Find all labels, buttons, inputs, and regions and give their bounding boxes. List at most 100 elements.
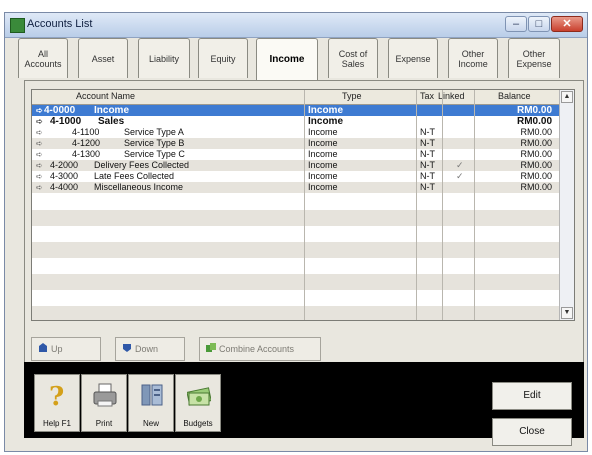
account-name: Late Fees Collected [94, 171, 175, 181]
scroll-down-icon[interactable]: ▼ [561, 307, 573, 319]
row-arrow-icon: ➪ [36, 106, 43, 115]
table-row[interactable]: ➪ 4-1200 Service Type B Income N-T RM0.0… [32, 138, 560, 149]
account-type: Income [308, 105, 344, 116]
account-type: Income [308, 138, 338, 148]
tab-liability[interactable]: Liability [138, 38, 190, 78]
account-name: Delivery Fees Collected [94, 160, 190, 170]
accounts-grid: Account Name Type Tax Linked Balance ➪ 4… [31, 89, 575, 321]
new-icon [141, 384, 163, 406]
title-bar: Accounts List – □ ✕ [5, 13, 587, 38]
budgets-icon [187, 387, 211, 406]
account-type: Income [308, 116, 344, 127]
account-number: 4-1200 [72, 138, 101, 148]
account-balance: RM0.00 [520, 138, 552, 148]
header-linked[interactable]: Linked [438, 91, 465, 101]
tab-expense[interactable]: Expense [388, 38, 438, 78]
help-icon: ? [49, 382, 64, 409]
account-number: 4-1300 [72, 149, 101, 159]
empty-row [32, 210, 560, 226]
account-linked: ✓ [456, 160, 464, 170]
maximize-button[interactable]: □ [528, 16, 550, 32]
header-type[interactable]: Type [342, 91, 362, 101]
account-balance: RM0.00 [520, 160, 552, 170]
account-tax: N-T [420, 182, 435, 192]
combine-accounts-button[interactable]: Combine Accounts [199, 337, 321, 361]
account-tax: N-T [420, 127, 435, 137]
accounts-list-icon [10, 18, 25, 33]
row-arrow-icon: ➪ [36, 150, 43, 159]
table-row[interactable]: ➪ 4-3000 Late Fees Collected Income N-T … [32, 171, 560, 182]
close-window-button[interactable]: ✕ [551, 16, 583, 32]
account-name: Income [94, 105, 130, 116]
combine-accounts-label: Combine Accounts [219, 344, 295, 354]
table-row[interactable]: ➪ 4-4000 Miscellaneous Income Income N-T… [32, 182, 560, 193]
account-balance: RM0.00 [516, 105, 552, 116]
tab-other-expense[interactable]: Other Expense [508, 38, 560, 78]
header-account-name[interactable]: Account Name [76, 91, 135, 101]
account-type: Income [308, 160, 338, 170]
empty-row [32, 274, 560, 290]
account-number: 4-3000 [50, 171, 79, 181]
table-row[interactable]: ➪ 4-1300 Service Type C Income N-T RM0.0… [32, 149, 560, 160]
combine-icon [206, 343, 216, 352]
account-name: Service Type B [124, 138, 185, 148]
tab-asset[interactable]: Asset [78, 38, 128, 78]
account-tax: N-T [420, 149, 435, 159]
grid-header: Account Name Type Tax Linked Balance [32, 90, 560, 105]
tab-other-income[interactable]: Other Income [448, 38, 498, 78]
print-label: Print [95, 419, 113, 428]
tab-cost-of-sales[interactable]: Cost of Sales [328, 38, 378, 78]
header-tax[interactable]: Tax [420, 91, 434, 101]
row-arrow-icon: ➪ [36, 117, 43, 126]
bottom-toolbar: ? Help F1 Print New Budgets Edit Close [24, 362, 584, 446]
close-button[interactable]: Close [492, 418, 572, 446]
account-type: Income [308, 171, 338, 181]
account-type-tabs: All Accounts Asset Liability Equity Inco… [18, 38, 586, 80]
down-arrow-icon [123, 344, 131, 352]
header-balance[interactable]: Balance [498, 91, 531, 101]
empty-row [32, 306, 560, 320]
vertical-scrollbar[interactable]: ▲ ▼ [559, 90, 574, 320]
help-label: Help F1 [42, 419, 71, 428]
account-balance: RM0.00 [520, 127, 552, 137]
help-button[interactable]: ? Help F1 [34, 374, 80, 432]
row-arrow-icon: ➪ [36, 128, 43, 137]
row-arrow-icon: ➪ [36, 139, 43, 148]
row-arrow-icon: ➪ [36, 172, 43, 181]
tab-all-accounts[interactable]: All Accounts [18, 38, 68, 78]
table-row[interactable]: ➪ 4-1000 Sales Income RM0.00 [32, 116, 560, 127]
account-type: Income [308, 182, 338, 192]
minimize-button[interactable]: – [505, 16, 527, 32]
account-tax: N-T [420, 171, 435, 181]
up-button[interactable]: Up [31, 337, 101, 361]
account-number: 4-2000 [50, 160, 79, 170]
print-button[interactable]: Print [81, 374, 127, 432]
account-type: Income [308, 127, 338, 137]
account-tax: N-T [420, 160, 435, 170]
account-name: Service Type C [124, 149, 185, 159]
svg-text:?: ? [49, 382, 64, 409]
budgets-button[interactable]: Budgets [175, 374, 221, 432]
budgets-label: Budgets [183, 419, 213, 428]
new-button[interactable]: New [128, 374, 174, 432]
tab-equity[interactable]: Equity [198, 38, 248, 78]
account-name: Sales [98, 116, 125, 127]
table-row[interactable]: ➪ 4-0000 Income Income RM0.00 [32, 105, 560, 116]
edit-button[interactable]: Edit [492, 382, 572, 410]
minimize-icon: – [512, 18, 520, 30]
table-row[interactable]: ➪ 4-2000 Delivery Fees Collected Income … [32, 160, 560, 171]
table-row[interactable]: ➪ 4-1100 Service Type A Income N-T RM0.0… [32, 127, 560, 138]
close-icon: ✕ [562, 18, 572, 30]
empty-row [32, 242, 560, 258]
row-arrow-icon: ➪ [36, 161, 43, 170]
up-arrow-icon [39, 343, 47, 352]
new-label: New [142, 419, 159, 428]
down-button-label: Down [135, 344, 159, 354]
account-type: Income [308, 149, 338, 159]
printer-icon [93, 383, 117, 407]
down-button[interactable]: Down [115, 337, 185, 361]
account-number: 4-4000 [50, 182, 79, 192]
tab-income[interactable]: Income [256, 38, 318, 80]
scroll-up-icon[interactable]: ▲ [561, 91, 573, 103]
account-linked: ✓ [456, 171, 464, 181]
